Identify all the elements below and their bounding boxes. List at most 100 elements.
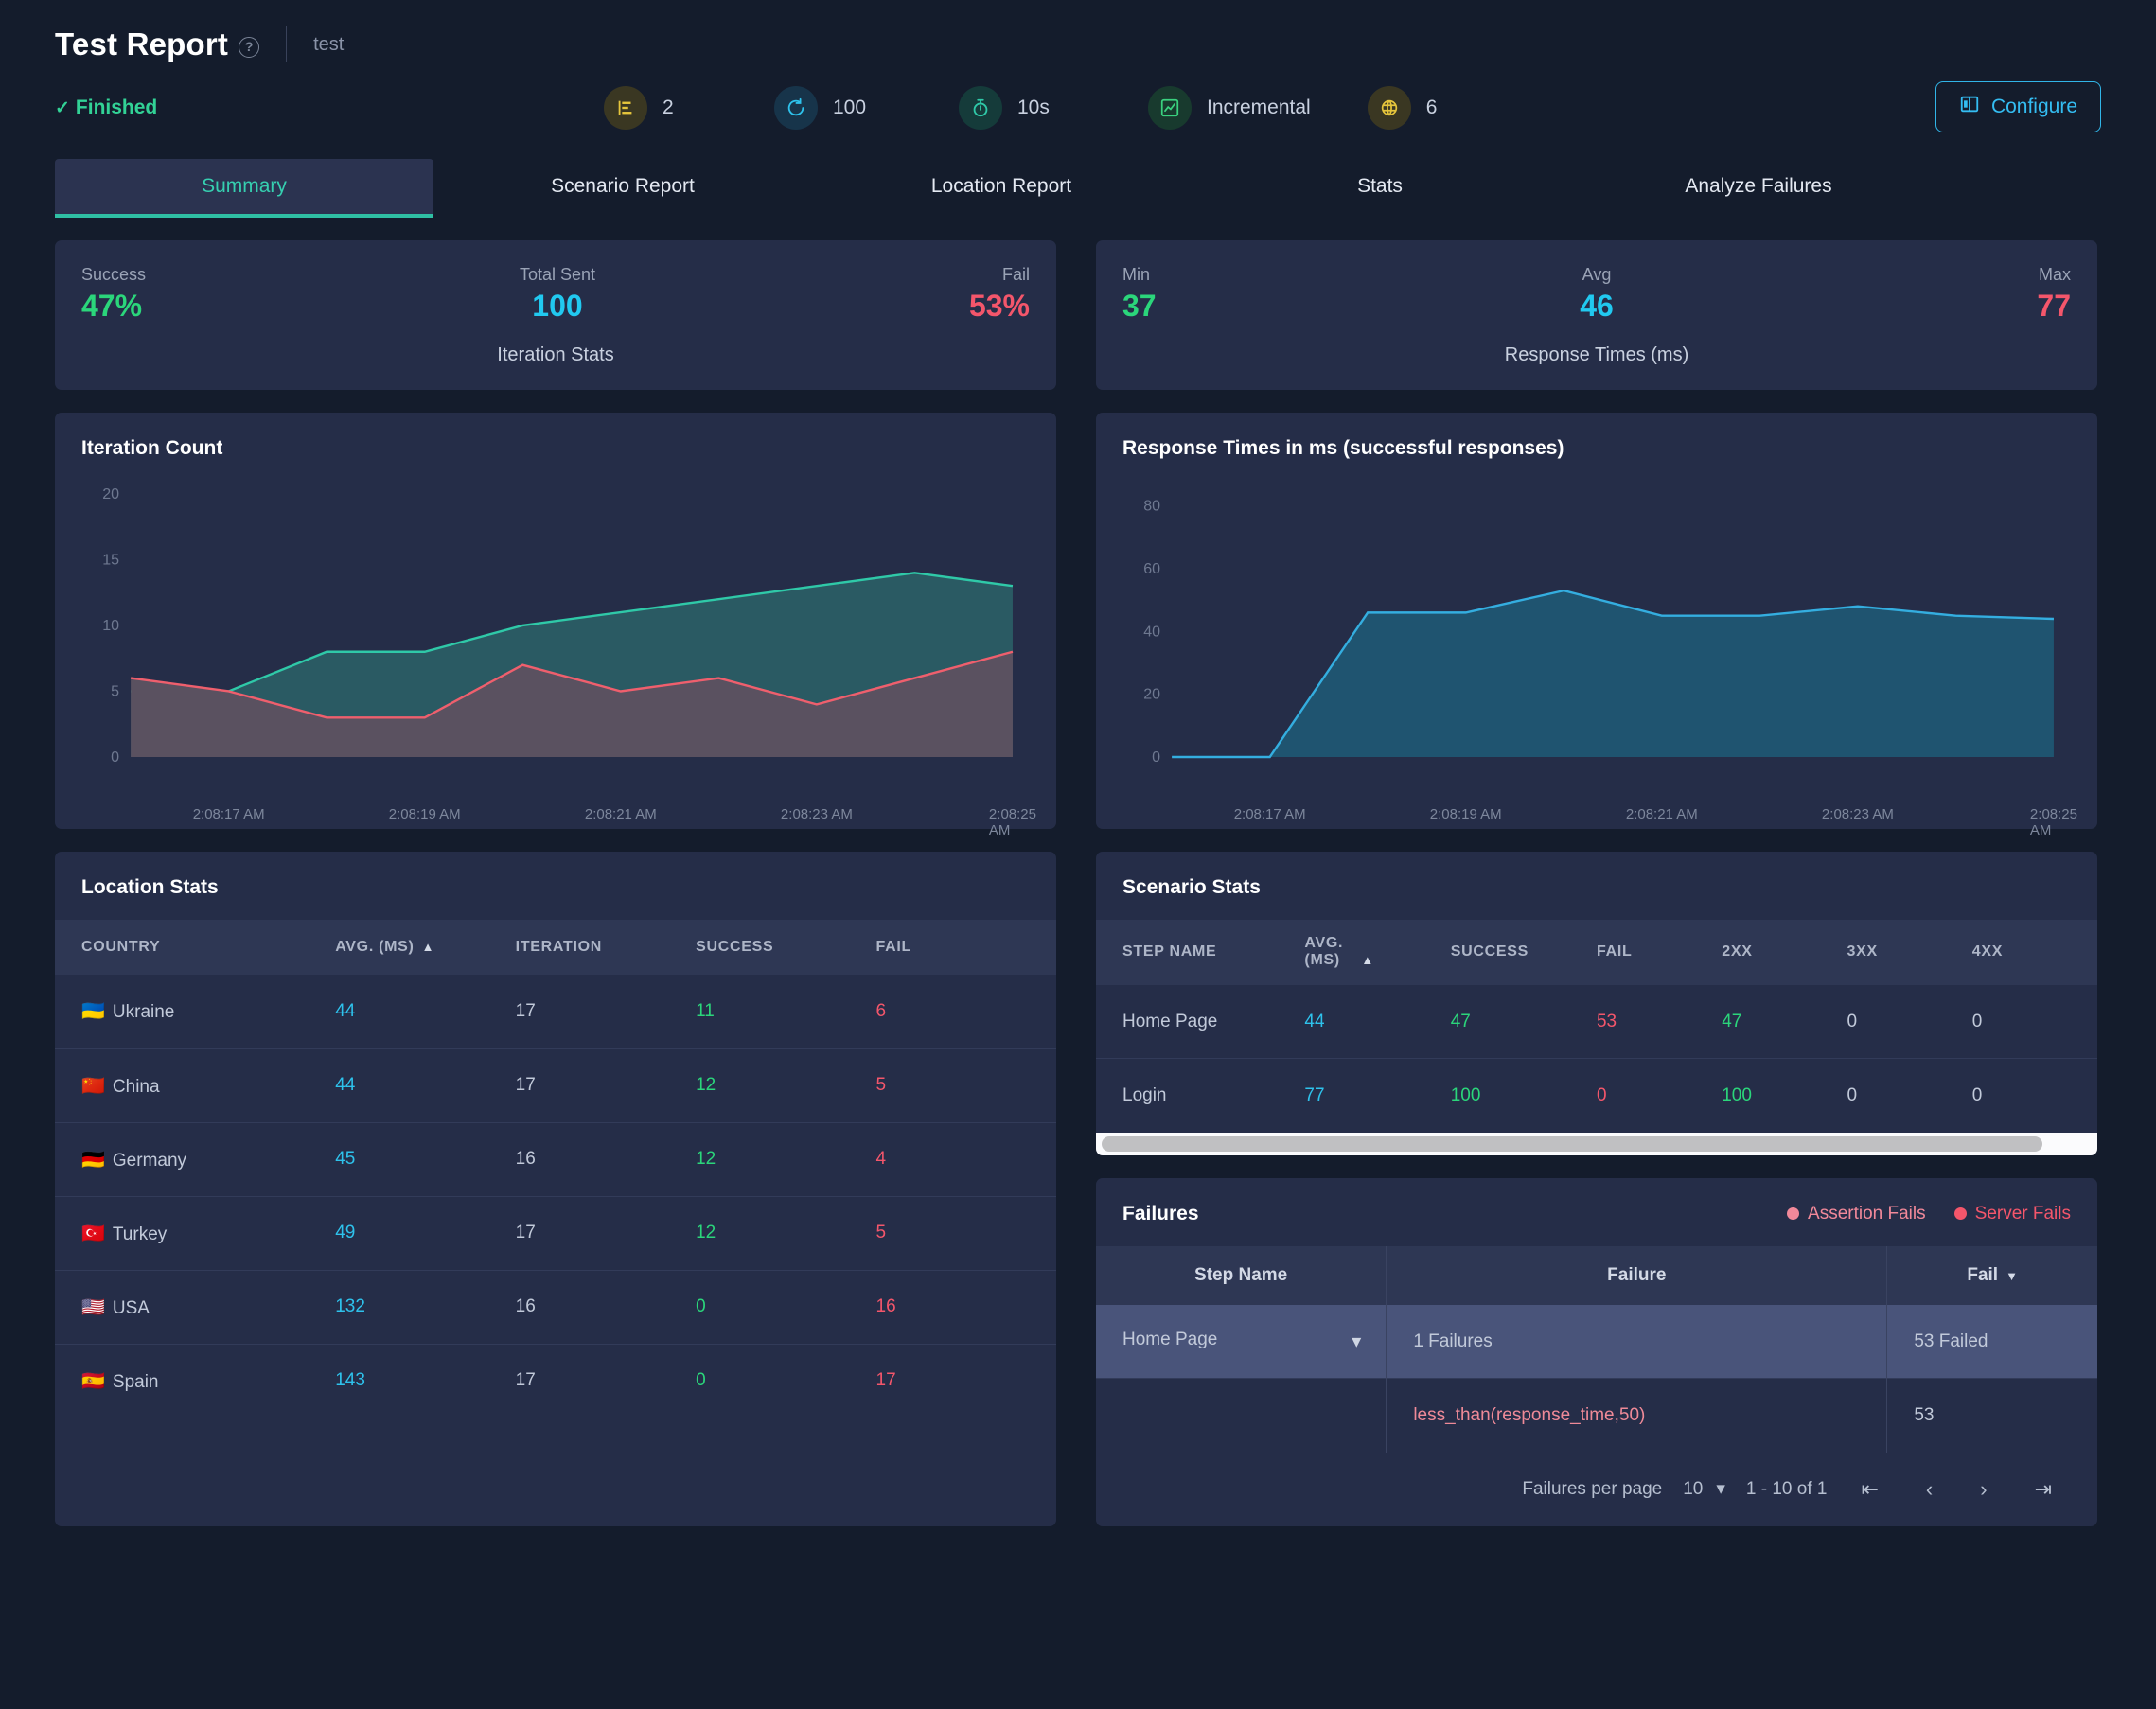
table-row[interactable]: 🇺🇦Ukraine4417116 [55,975,1056,1048]
svg-text:10: 10 [102,618,119,634]
cell-country: 🇹🇷Turkey [55,1196,335,1270]
cell-fail: 4 [876,1122,1056,1196]
cell-iteration: 16 [516,1270,696,1344]
scenario-stats-card: Scenario Stats STEP NAME AVG. (MS)▲ SUCC… [1096,852,2097,1155]
tab-scenario-report[interactable]: Scenario Report [433,159,812,218]
first-page-icon[interactable]: ⇤ [1847,1477,1891,1502]
failures-group-count: 53 Failed [1887,1305,2097,1379]
summary-stats-row: Success 47% Total Sent 100 Fail 53% Iter… [55,240,2101,390]
metric-locations: 6 [1368,86,1438,130]
cell-success: 12 [696,1122,875,1196]
server-fails-dot-icon [1954,1207,1967,1220]
tab-stats[interactable]: Stats [1191,159,1569,218]
country-flag-icon: 🇺🇦 [81,1001,105,1022]
per-page-select[interactable]: 10 ▾ [1683,1478,1725,1500]
configure-button[interactable]: Configure [1935,81,2101,132]
prev-page-icon[interactable]: ‹ [1913,1477,1946,1502]
metric-duration: 10s [959,86,1091,130]
caret-up-icon: ▲ [1361,953,1374,967]
metrics-group: 2 100 10s [604,86,1493,130]
cell-avg: 44 [335,975,515,1048]
x-axis-tick-label: 2:08:25 AM [2030,806,2077,838]
response-min: Min 37 [1122,265,1157,324]
caret-up-icon: ▲ [422,940,435,954]
iteration-fail-label: Fail [969,265,1030,285]
x-axis-tick-label: 2:08:23 AM [1822,806,1894,822]
col-failure-step-name[interactable]: Step Name [1096,1246,1387,1305]
tab-location-report[interactable]: Location Report [812,159,1191,218]
metric-steps: 2 [604,86,717,130]
table-row[interactable]: Home Page4447534700 [1096,985,2097,1059]
question-mark-icon[interactable]: ? [239,37,259,58]
table-row[interactable]: Login77100010000 [1096,1059,2097,1133]
location-stats-header-row: COUNTRY AVG. (MS)▲ ITERATION SUCCESS FAI… [55,920,1056,975]
cell-3xx: 0 [1847,985,1971,1059]
cell-country: 🇺🇸USA [55,1270,335,1344]
steps-list-icon [604,86,647,130]
scenario-stats-horizontal-scrollbar[interactable] [1096,1133,2097,1155]
col-4xx[interactable]: 4XX [1972,920,2097,985]
cell-step-name: Home Page [1096,985,1304,1059]
metric-duration-value: 10s [1017,97,1050,119]
cell-2xx: 47 [1722,985,1847,1059]
col-avg-ms[interactable]: AVG. (MS)▲ [335,920,515,975]
legend-assertion-fails[interactable]: Assertion Fails [1787,1204,1926,1224]
line-chart-load-type-icon [1148,86,1192,130]
x-axis-tick-label: 2:08:23 AM [781,806,853,822]
cell-fail: 16 [876,1270,1056,1344]
x-axis-tick-label: 2:08:19 AM [1430,806,1502,822]
metric-iterations: 100 [774,86,902,130]
col-iteration[interactable]: ITERATION [516,920,696,975]
legend-assertion-label: Assertion Fails [1808,1204,1926,1224]
response-avg-value: 46 [1580,289,1614,324]
next-page-icon[interactable]: › [1967,1477,2000,1502]
check-icon: ✓ [55,97,70,119]
col-failure-desc[interactable]: Failure [1387,1246,1887,1305]
table-row[interactable]: 🇺🇸USA13216016 [55,1270,1056,1344]
last-page-icon[interactable]: ⇥ [2022,1477,2065,1502]
legend-server-label: Server Fails [1975,1204,2071,1224]
table-row[interactable]: 🇩🇪Germany4516124 [55,1122,1056,1196]
col-scenario-success[interactable]: SUCCESS [1451,920,1597,985]
failures-detail-count: 53 [1887,1379,2097,1453]
response-avg: Avg 46 [1580,265,1614,324]
table-row[interactable]: 🇹🇷Turkey4917125 [55,1196,1056,1270]
scrollbar-thumb[interactable] [1102,1136,2042,1152]
configure-panel-icon [1959,94,1980,120]
table-row[interactable]: 🇪🇸Spain14317017 [55,1344,1056,1418]
charts-row: Iteration Count 05101520 2:08:17 AM2:08:… [55,413,2101,829]
col-scenario-avg-ms[interactable]: AVG. (MS)▲ [1304,920,1450,985]
tab-analyze-failures[interactable]: Analyze Failures [1569,159,1948,218]
cell-avg: 49 [335,1196,515,1270]
cell-fail: 5 [876,1048,1056,1122]
metric-load-type-value: Incremental [1207,97,1311,119]
legend-server-fails[interactable]: Server Fails [1954,1204,2071,1224]
chart-area-response-time [1172,590,2054,757]
chevron-down-icon[interactable]: ▾ [1352,1330,1361,1353]
col-2xx[interactable]: 2XX [1722,920,1847,985]
response-times-chart-svg: 020406080 [1122,469,2071,801]
configure-label: Configure [1991,96,2077,118]
col-success[interactable]: SUCCESS [696,920,875,975]
cell-step-name: Login [1096,1059,1304,1133]
cell-fail: 17 [876,1344,1056,1418]
failures-group-row[interactable]: Home Page ▾ 1 Failures 53 Failed [1096,1305,2097,1379]
col-failure-count[interactable]: Fail▼ [1887,1246,2097,1305]
cell-iteration: 17 [516,1344,696,1418]
response-stats-card: Min 37 Avg 46 Max 77 Response Times (ms) [1096,240,2097,390]
per-page-value: 10 [1683,1479,1703,1500]
metric-load-type: Incremental [1148,86,1311,130]
cell-success: 12 [696,1048,875,1122]
col-fail[interactable]: FAIL [876,920,1056,975]
col-country[interactable]: COUNTRY [55,920,335,975]
col-step-name[interactable]: STEP NAME [1096,920,1304,985]
status-label: Finished [76,97,157,119]
col-scenario-fail[interactable]: FAIL [1597,920,1722,985]
table-row[interactable]: 🇨🇳China4417125 [55,1048,1056,1122]
tab-summary[interactable]: Summary [55,159,433,218]
location-stats-body: 🇺🇦Ukraine4417116🇨🇳China4417125🇩🇪Germany4… [55,975,1056,1418]
page-title: Test Report [55,26,228,62]
col-3xx[interactable]: 3XX [1847,920,1971,985]
cell-scenario-success: 100 [1451,1059,1597,1133]
iteration-total-label: Total Sent [520,265,595,285]
